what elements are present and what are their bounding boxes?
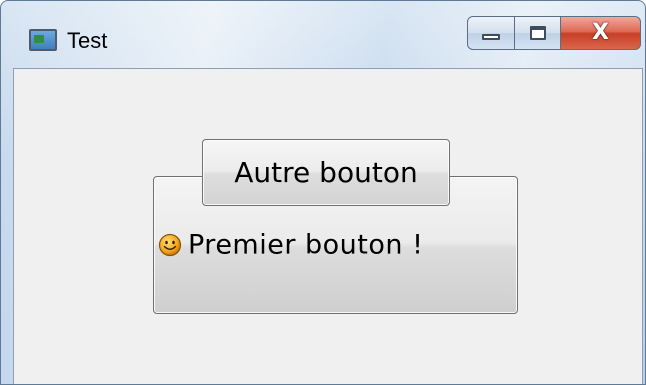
smiley-icon — [158, 233, 182, 257]
client-area: Premier bouton ! — [13, 68, 643, 384]
window-app-icon[interactable] — [29, 29, 57, 51]
application-window: Test X Premier bouton ! Autre bouton — [0, 0, 646, 385]
caption-buttons: X — [467, 16, 641, 52]
maximize-icon — [529, 26, 546, 40]
maximize-button[interactable] — [515, 16, 561, 50]
close-button[interactable]: X — [561, 16, 641, 50]
close-icon: X — [592, 20, 609, 45]
minimize-button[interactable] — [467, 16, 515, 50]
outer-button-label: Premier bouton ! — [188, 229, 424, 261]
inner-button[interactable]: Autre bouton — [202, 139, 450, 206]
minimize-icon — [482, 34, 500, 40]
title-bar[interactable]: Test X — [1, 1, 645, 65]
window-title: Test — [67, 28, 108, 53]
